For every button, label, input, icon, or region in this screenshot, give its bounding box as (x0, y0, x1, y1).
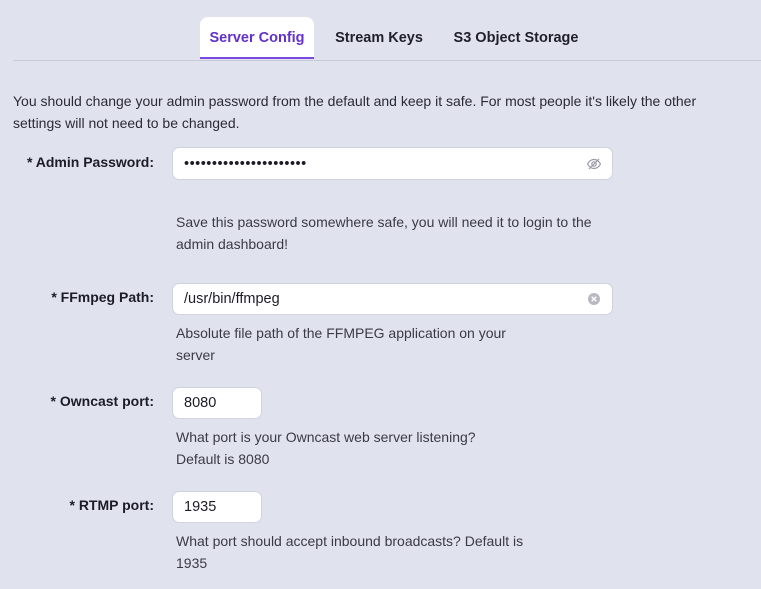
admin-password-help: Save this password somewhere safe, you w… (176, 214, 592, 252)
intro-text: You should change your admin password fr… (13, 93, 697, 131)
admin-password-input[interactable] (184, 148, 574, 179)
ffmpeg-path-label: * FFmpeg Path: (51, 289, 154, 305)
tab-server-config[interactable]: Server Config (200, 17, 314, 59)
ffmpeg-path-help: Absolute file path of the FFMPEG applica… (176, 325, 506, 363)
owncast-port-input[interactable] (184, 388, 254, 418)
ffmpeg-path-field[interactable] (172, 283, 613, 315)
rtmp-port-field[interactable] (172, 491, 262, 523)
clear-icon[interactable] (586, 291, 602, 307)
rtmp-port-input[interactable] (184, 492, 254, 522)
owncast-port-help: What port is your Owncast web server lis… (176, 429, 476, 467)
ffmpeg-path-input[interactable] (184, 284, 574, 314)
settings-tabs: Server Config Stream Keys S3 Object Stor… (13, 0, 761, 61)
rtmp-port-help: What port should accept inbound broadcas… (176, 533, 524, 571)
owncast-port-field[interactable] (172, 387, 262, 419)
owncast-port-label: * Owncast port: (50, 393, 154, 409)
tab-stream-keys[interactable]: Stream Keys (329, 17, 429, 59)
rtmp-port-label: * RTMP port: (69, 497, 154, 513)
tab-s3-object-storage[interactable]: S3 Object Storage (445, 17, 587, 59)
admin-password-field[interactable] (172, 147, 613, 180)
admin-password-label: * Admin Password: (26, 154, 154, 170)
eye-slash-icon[interactable] (586, 156, 602, 172)
server-config-page: Server Config Stream Keys S3 Object Stor… (0, 0, 761, 589)
